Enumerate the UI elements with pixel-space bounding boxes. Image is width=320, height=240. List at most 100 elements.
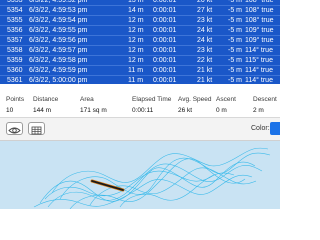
table-row[interactable]: 5359 6/3/22, 4:59:58 pm 12 m 0:00:01 22 kt -5… xyxy=(0,56,280,66)
table-row[interactable]: 5358 6/3/22, 4:59:57 pm 12 m 0:00:01 23 kt -5… xyxy=(0,46,280,56)
track-overlay xyxy=(33,147,271,209)
cell-ascent: -5 m xyxy=(228,7,242,14)
cell-speed: 27 kt xyxy=(197,7,213,14)
cell-altitude: 11 m xyxy=(128,77,144,84)
cell-altitude: 12 m xyxy=(128,47,144,54)
cell-id: 5355 xyxy=(7,17,23,24)
cell-time: 6/3/22, 4:59:59 pm xyxy=(29,67,88,74)
cell-course: 109° true xyxy=(245,37,274,44)
table-grid-icon xyxy=(31,126,42,135)
track-path xyxy=(69,158,246,209)
cell-elapsed: 0:00:01 xyxy=(153,77,177,84)
stat-points-value: 10 xyxy=(6,107,14,114)
cell-elapsed: 0:00:01 xyxy=(153,57,177,64)
cell-speed: 23 kt xyxy=(197,47,213,54)
cell-ascent: -5 m xyxy=(228,47,242,54)
cell-id: 5356 xyxy=(7,27,23,34)
stat-distance-value: 144 m xyxy=(33,107,52,114)
map-toolbar: Color: xyxy=(0,118,280,141)
table-row[interactable]: 5356 6/3/22, 4:59:55 pm 12 m 0:00:01 24 kt -5… xyxy=(0,26,280,36)
cell-elapsed: 0:00:01 xyxy=(153,17,177,24)
cell-course: 114° true xyxy=(245,47,273,54)
cell-elapsed: 0:00:01 xyxy=(153,67,177,74)
cell-altitude: 12 m xyxy=(128,37,144,44)
stat-avg-speed: Avg. Speed 26 kt xyxy=(178,87,212,115)
cell-id: 5358 xyxy=(7,47,23,54)
table-toggle-button[interactable] xyxy=(28,122,45,135)
stat-elapsed-time-value: 0:00:11 xyxy=(132,107,154,114)
cell-ascent: -5 m xyxy=(228,17,242,24)
track-statistics: Points 10 Distance 144 m Area 171 sq m E… xyxy=(0,87,280,118)
cell-speed: 21 kt xyxy=(197,67,213,74)
cell-ascent: -5 m xyxy=(228,27,242,34)
cell-course: 108° true xyxy=(245,0,274,4)
stat-ascent-label: Ascent xyxy=(216,96,236,103)
cell-id: 5359 xyxy=(7,57,23,64)
color-label: Color: xyxy=(251,125,270,132)
cell-id: 5354 xyxy=(7,7,23,14)
cell-id: 5357 xyxy=(7,37,23,44)
cell-elapsed: 0:00:01 xyxy=(153,37,177,44)
cell-course: 108° true xyxy=(245,7,274,14)
cell-elapsed: 0:00:01 xyxy=(153,47,177,54)
cell-time: 6/3/22, 5:00:00 pm xyxy=(29,77,88,84)
cell-time: 6/3/22, 4:59:52 pm xyxy=(29,0,88,4)
stat-area-label: Area xyxy=(80,96,94,103)
stat-distance-label: Distance xyxy=(33,96,59,103)
cell-elapsed: 0:00:01 xyxy=(153,27,177,34)
cell-time: 6/3/22, 4:59:55 pm xyxy=(29,27,88,34)
stat-area-value: 171 sq m xyxy=(80,107,107,114)
cell-speed: 24 kt xyxy=(197,37,213,44)
map-view[interactable] xyxy=(0,141,280,209)
cell-time: 6/3/22, 4:59:54 pm xyxy=(29,17,88,24)
cell-elapsed: 0:00:01 xyxy=(153,0,177,4)
stat-descent-label: Descent xyxy=(253,96,277,103)
cell-altitude: 12 m xyxy=(128,57,144,64)
stat-area: Area 171 sq m xyxy=(80,87,107,115)
table-row[interactable]: 5355 6/3/22, 4:59:54 pm 12 m 0:00:01 23 kt -5… xyxy=(0,16,280,26)
cell-ascent: -5 m xyxy=(228,67,242,74)
cell-speed: 24 kt xyxy=(197,27,213,34)
cell-speed: 20 kt xyxy=(197,0,213,4)
track-path xyxy=(44,170,215,200)
track-path xyxy=(119,172,235,208)
stat-ascent: Ascent 0 m xyxy=(216,87,236,115)
cell-time: 6/3/22, 4:59:57 pm xyxy=(29,47,88,54)
selected-track-segment[interactable] xyxy=(91,180,124,191)
table-row[interactable]: 5354 6/3/22, 4:59:53 pm 14 m 0:00:01 27 kt -5… xyxy=(0,6,280,16)
cell-speed: 23 kt xyxy=(197,17,213,24)
stat-distance: Distance 144 m xyxy=(33,87,58,115)
cell-altitude: 11 m xyxy=(128,67,144,74)
cell-ascent: -5 m xyxy=(228,77,242,84)
cell-elapsed: 0:00:01 xyxy=(153,7,177,14)
visibility-button[interactable] xyxy=(6,122,23,135)
cell-time: 6/3/22, 4:59:56 pm xyxy=(29,37,88,44)
cell-speed: 22 kt xyxy=(197,57,213,64)
stat-descent: Descent 2 m xyxy=(253,87,277,115)
cell-course: 114° true xyxy=(245,67,273,74)
stat-avg-speed-value: 26 kt xyxy=(178,107,193,114)
table-row[interactable]: 5357 6/3/22, 4:59:56 pm 12 m 0:00:01 24 kt -5… xyxy=(0,36,280,46)
cell-id: 5361 xyxy=(7,77,23,84)
track-path xyxy=(51,147,269,194)
table-row[interactable]: 5360 6/3/22, 4:59:59 pm 11 m 0:00:01 21 kt -5… xyxy=(0,66,280,76)
track-points-table: 5353 6/3/22, 4:59:52 pm 13 m 0:00:01 20 kt -5… xyxy=(0,0,280,84)
cell-ascent: -5 m xyxy=(228,57,242,64)
stat-descent-value: 2 m xyxy=(253,107,264,114)
cell-time: 6/3/22, 4:59:58 pm xyxy=(29,57,88,64)
stat-elapsed-time: Elapsed Time 0:00:11 xyxy=(132,87,171,115)
stat-elapsed-time-label: Elapsed Time xyxy=(132,96,172,103)
cell-course: 108° true xyxy=(245,17,274,24)
cell-id: 5360 xyxy=(7,67,23,74)
stat-avg-speed-label: Avg. Speed xyxy=(178,96,212,103)
cell-time: 6/3/22, 4:59:53 pm xyxy=(29,7,88,14)
cell-id: 5353 xyxy=(7,0,23,4)
cell-ascent: -5 m xyxy=(228,37,242,44)
table-row[interactable]: 5361 6/3/22, 5:00:00 pm 11 m 0:00:01 21 kt -5… xyxy=(0,76,280,84)
stat-points-label: Points xyxy=(6,96,25,103)
stat-points: Points 10 xyxy=(6,87,24,115)
eye-icon xyxy=(8,127,21,134)
cell-speed: 21 kt xyxy=(197,77,213,84)
color-well[interactable] xyxy=(270,122,280,135)
cell-altitude: 14 m xyxy=(128,7,144,14)
